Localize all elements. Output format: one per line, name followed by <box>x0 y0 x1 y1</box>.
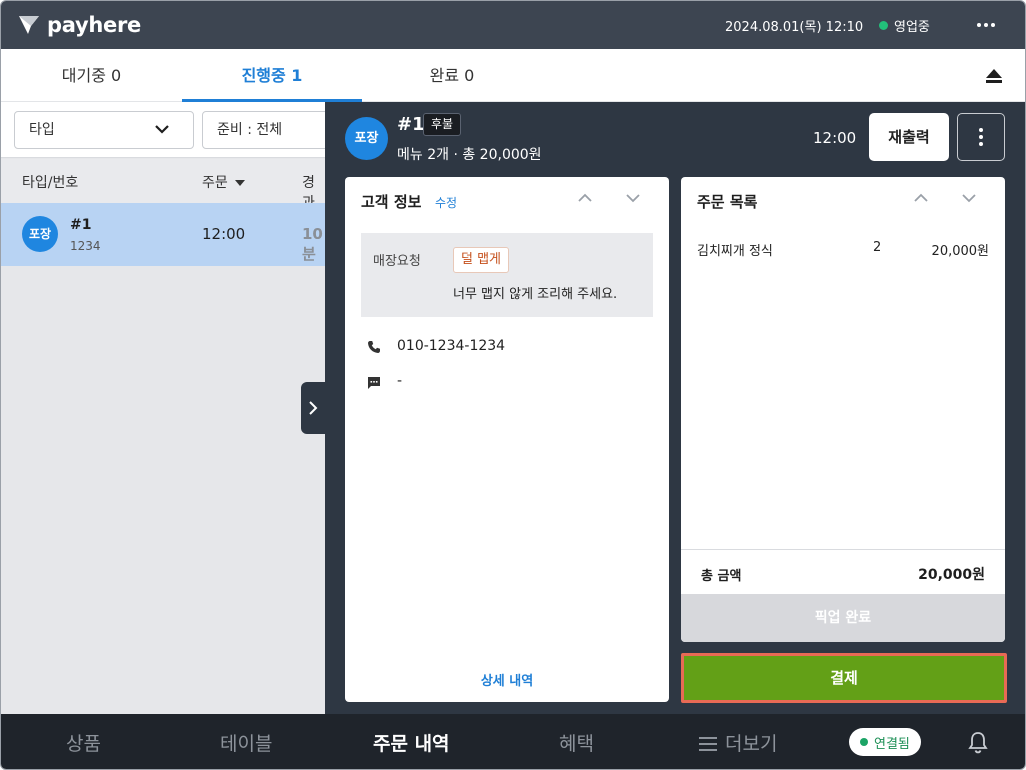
pickup-complete-button[interactable]: 픽업 완료 <box>681 594 1005 642</box>
detail-history-link[interactable]: 상세 내역 <box>345 670 669 689</box>
prep-select-value: 준비 : 전체 <box>217 122 283 138</box>
bottom-navigation: 상품 테이블 주문 내역 혜택 더보기 연결됨 <box>1 714 1025 769</box>
row-order-time: 12:00 <box>202 225 246 243</box>
nav-more[interactable]: 더보기 <box>699 729 777 756</box>
total-row: 총 금액 20,000원 <box>681 549 1005 594</box>
pay-button[interactable]: 결제 <box>681 653 1007 703</box>
customer-info-title: 고객 정보 <box>361 193 422 211</box>
order-item-price: 20,000원 <box>931 244 989 259</box>
order-summary: 메뉴 2개 · 총 20,000원 <box>397 147 542 163</box>
detail-takeout-badge: 포장 <box>345 117 388 160</box>
order-items-card: 주문 목록 김치찌개 정식 2 20,000원 총 금액 20,000원 픽업 … <box>681 177 1005 642</box>
pay-type-chip: 후불 <box>423 113 462 136</box>
nav-tables[interactable]: 테이블 <box>220 729 272 756</box>
chevron-down-icon <box>155 125 169 134</box>
tab-completed[interactable]: 완료 0 <box>362 49 542 102</box>
order-status-tabs: 대기중 0 진행중 1 완료 0 <box>1 49 1025 102</box>
header-datetime: 2024.08.01(목) 12:10 <box>725 20 864 35</box>
nav-products[interactable]: 상품 <box>66 729 101 756</box>
status-dot-icon <box>879 21 888 30</box>
type-select[interactable]: 타입 <box>14 111 194 149</box>
chevron-down-icon[interactable] <box>625 193 641 203</box>
message-icon <box>368 377 380 389</box>
customer-info-card: 고객 정보 수정 매장요청 덜 맵게 너무 맵지 않게 조리해 주세요. 010… <box>345 177 669 702</box>
header-order[interactable]: 주문 <box>202 172 245 192</box>
customer-memo: - <box>397 373 403 389</box>
brand-name: payhere <box>47 13 141 37</box>
logo-icon <box>19 16 39 34</box>
tab-in-progress[interactable]: 진행중 1 <box>182 49 362 102</box>
list-filters: 타입 준비 : 전체 <box>1 102 342 158</box>
total-value: 20,000원 <box>918 567 985 583</box>
connection-status-badge: 연결됨 <box>849 728 921 756</box>
request-tag: 덜 맵게 <box>453 247 510 273</box>
list-header: 타입/번호 주문 경과 <box>1 159 325 211</box>
order-detail-panel: 포장 #1 후불 메뉴 2개 · 총 20,000원 12:00 재출력 고객 … <box>325 102 1025 714</box>
prep-select[interactable]: 준비 : 전체 <box>202 111 342 149</box>
order-list-pane: 타입 준비 : 전체 타입/번호 주문 경과 포장 #1 1234 12:00 … <box>1 102 342 714</box>
total-label: 총 금액 <box>701 569 742 584</box>
more-menu-icon[interactable] <box>971 13 1001 37</box>
order-items-title: 주문 목록 <box>697 193 758 211</box>
chevron-down-icon[interactable] <box>961 193 977 203</box>
eject-icon[interactable] <box>984 67 1004 85</box>
takeout-badge: 포장 <box>22 216 58 252</box>
header-type-no: 타입/번호 <box>22 175 79 191</box>
store-request-box: 매장요청 덜 맵게 너무 맵지 않게 조리해 주세요. <box>361 233 653 317</box>
reprint-button[interactable]: 재출력 <box>869 113 949 161</box>
request-label: 매장요청 <box>373 254 421 269</box>
nav-more-label: 더보기 <box>725 733 778 755</box>
nav-benefits[interactable]: 혜택 <box>559 729 594 756</box>
edit-customer-link[interactable]: 수정 <box>435 194 457 211</box>
detail-order-number: #1 <box>397 114 425 135</box>
panel-collapse-handle[interactable] <box>301 382 325 434</box>
tab-waiting[interactable]: 대기중 0 <box>1 49 182 102</box>
top-bar: payhere 2024.08.01(목) 12:10 영업중 <box>1 1 1025 49</box>
order-item-name: 김치찌개 정식 <box>697 244 773 259</box>
row-elapsed: 10분 <box>302 225 323 263</box>
app-frame: payhere 2024.08.01(목) 12:10 영업중 대기중 0 진행… <box>0 0 1026 770</box>
order-item-qty: 2 <box>873 240 882 255</box>
store-status: 영업중 <box>879 16 930 35</box>
row-order-sub: 1234 <box>70 239 101 253</box>
store-status-label: 영업중 <box>894 20 930 35</box>
menu-icon <box>699 737 717 751</box>
row-order-number: #1 <box>70 217 92 233</box>
type-select-value: 타입 <box>29 122 55 138</box>
brand-logo: payhere <box>17 11 141 39</box>
sort-down-icon <box>234 180 245 186</box>
table-row[interactable]: 포장 #1 1234 12:00 10분 <box>1 203 325 266</box>
detail-order-time: 12:00 <box>813 129 857 147</box>
nav-order-history[interactable]: 주문 내역 <box>373 729 450 756</box>
chevron-up-icon[interactable] <box>577 193 593 203</box>
more-vertical-icon[interactable] <box>957 113 1005 161</box>
request-text: 너무 맵지 않게 조리해 주세요. <box>453 287 618 302</box>
bell-icon[interactable] <box>967 730 989 754</box>
chevron-up-icon[interactable] <box>913 193 929 203</box>
chevron-right-icon <box>309 401 318 415</box>
connection-label: 연결됨 <box>874 736 910 752</box>
phone-icon <box>368 341 380 353</box>
connection-dot-icon <box>860 738 868 746</box>
customer-phone: 010-1234-1234 <box>397 338 506 354</box>
